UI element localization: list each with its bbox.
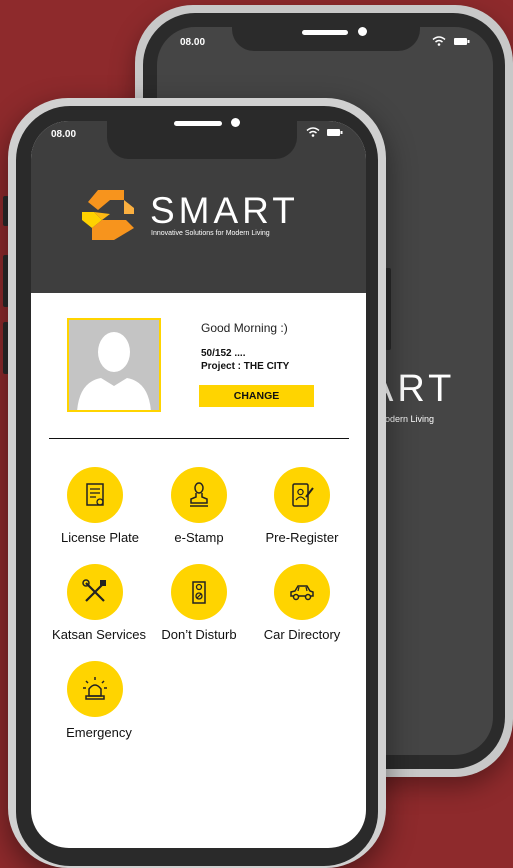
greeting-text: Good Morning :): [201, 321, 288, 335]
menu-label-emergency: Emergency: [66, 725, 132, 740]
menu-label-pre-register: Pre-Register: [265, 530, 339, 545]
door-hanger-icon: [192, 581, 206, 604]
menu-item-pre-register[interactable]: [274, 467, 330, 523]
menu-item-dont-disturb[interactable]: [171, 564, 227, 620]
status-time: 08.00: [51, 129, 77, 140]
user-silhouette-icon: [77, 332, 151, 410]
front-camera-icon: [231, 118, 240, 127]
menu-label-e-stamp: e-Stamp: [174, 530, 224, 545]
back-status-time: 08.00: [180, 37, 206, 48]
pre-register-icon: [292, 483, 314, 507]
license-plate-icon: [86, 483, 104, 506]
unit-number: 50/152 ....: [201, 348, 246, 359]
back-battery-icon: [454, 38, 470, 45]
menu-label-car-directory: Car Directory: [263, 627, 341, 642]
stamp-icon: [190, 482, 208, 507]
siren-icon: [83, 677, 107, 700]
brand-tagline: Innovative Solutions for Modern Living: [151, 230, 270, 237]
back-wifi-icon: [432, 36, 446, 46]
avatar[interactable]: [67, 318, 161, 412]
smart-logo-icon: [82, 190, 134, 240]
wifi-icon: [306, 127, 320, 137]
back-camera-icon: [358, 27, 367, 36]
menu-item-katsan-services[interactable]: [67, 564, 123, 620]
menu-item-emergency[interactable]: [67, 661, 123, 717]
car-icon: [290, 585, 314, 601]
menu-item-e-stamp[interactable]: [171, 467, 227, 523]
battery-icon: [327, 129, 343, 136]
front-speaker-icon: [174, 121, 222, 126]
profile-divider: [49, 438, 349, 439]
menu-label-dont-disturb: Don’t Disturb: [161, 627, 237, 642]
change-button[interactable]: CHANGE: [199, 385, 314, 407]
menu-label-license-plate: License Plate: [60, 530, 140, 545]
brand-name: SMART: [150, 190, 299, 231]
project-name: Project : THE CITY: [201, 361, 290, 372]
back-speaker-icon: [302, 30, 348, 35]
tools-icon: [82, 579, 106, 602]
menu-label-katsan-services: Katsan Services: [52, 627, 146, 642]
menu-item-car-directory[interactable]: [274, 564, 330, 620]
front-phone-notch: [107, 121, 297, 159]
menu-item-license-plate[interactable]: [67, 467, 123, 523]
